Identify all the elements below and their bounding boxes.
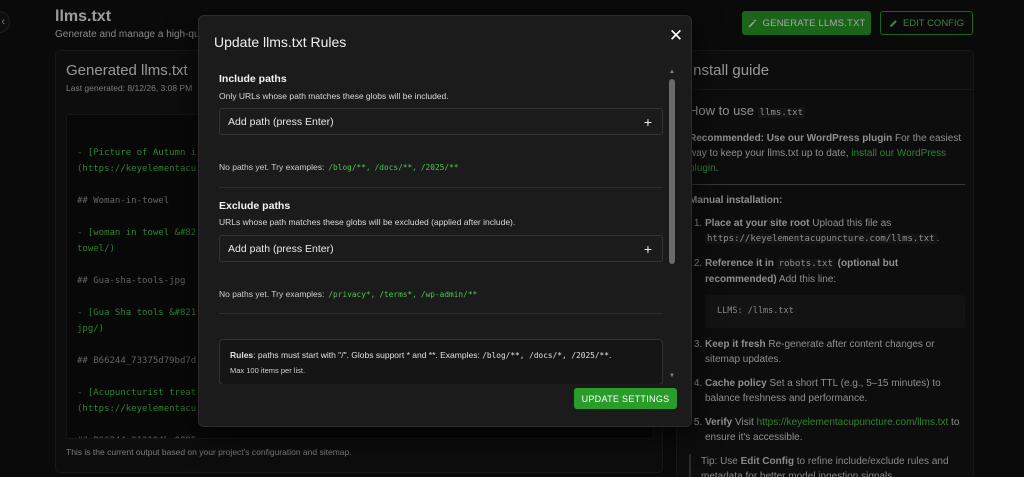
exclude-paths-desc: URLs whose path matches these globs will… xyxy=(219,217,516,227)
scroll-down-icon[interactable]: ▼ xyxy=(669,373,675,379)
include-path-input[interactable]: Add path (press Enter) + xyxy=(219,108,663,135)
exclude-example[interactable]: /terms*, xyxy=(379,290,417,299)
rules-limit: Max 100 items per list. xyxy=(230,366,306,375)
dialog-body: Include paths Only URLs whose path match… xyxy=(199,66,693,384)
exclude-example[interactable]: /privacy*, xyxy=(328,290,375,299)
add-include-icon[interactable]: + xyxy=(644,114,652,130)
exclude-paths-title: Exclude paths xyxy=(219,200,291,212)
divider xyxy=(219,187,663,188)
close-icon[interactable]: ✕ xyxy=(667,27,685,45)
scroll-up-icon[interactable]: ▲ xyxy=(669,69,675,75)
update-rules-dialog: Update llms.txt Rules ✕ Include paths On… xyxy=(198,15,692,427)
include-path-placeholder: Add path (press Enter) xyxy=(228,115,334,128)
dialog-title: Update llms.txt Rules xyxy=(214,34,347,50)
exclude-path-placeholder: Add path (press Enter) xyxy=(228,242,334,255)
exclude-example[interactable]: /wp-admin/** xyxy=(421,290,477,299)
rules-info-box: Rules: paths must start with "/". Globs … xyxy=(219,339,663,384)
rules-text: Rules: paths must start with "/". Globs … xyxy=(230,350,612,360)
add-exclude-icon[interactable]: + xyxy=(644,241,652,257)
include-example[interactable]: /docs/**, xyxy=(375,163,417,172)
divider xyxy=(219,313,663,314)
exclude-path-input[interactable]: Add path (press Enter) + xyxy=(219,235,663,262)
include-example[interactable]: /2025/** xyxy=(421,163,459,172)
scrollbar-thumb[interactable] xyxy=(669,79,675,264)
include-example[interactable]: /blog/**, xyxy=(328,163,370,172)
include-hint: No paths yet. Try examples:/blog/**,/doc… xyxy=(219,162,459,172)
include-paths-desc: Only URLs whose path matches these globs… xyxy=(219,91,449,101)
exclude-hint: No paths yet. Try examples:/privacy*,/te… xyxy=(219,289,478,299)
update-settings-button[interactable]: UPDATE SETTINGS xyxy=(574,388,677,409)
dialog-scrollbar[interactable]: ▲ ▼ xyxy=(669,66,675,384)
include-paths-title: Include paths xyxy=(219,73,287,85)
